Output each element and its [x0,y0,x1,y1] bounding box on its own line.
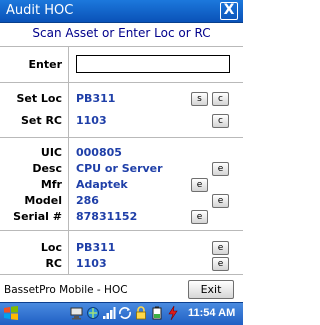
model-label: Model [24,194,62,207]
lock-icon[interactable] [134,305,148,321]
app-name: BassetPro Mobile - HOC [4,284,128,296]
clock: 11:54 AM [188,307,236,319]
page-heading: Scan Asset or Enter Loc or RC [32,26,211,40]
set-loc-clear-button[interactable]: c [212,92,229,106]
rc-label: RC [45,257,62,270]
close-button[interactable]: X [220,2,238,20]
uic-value: 000805 [76,146,122,159]
model-edit-button[interactable]: e [212,194,229,208]
enter-input[interactable] [76,55,230,73]
set-loc-label: Set Loc [16,92,62,105]
set-rc-value: 1103 [76,114,107,127]
loc-label: Loc [40,241,62,254]
set-rc-clear-button[interactable]: c [212,114,229,128]
desc-label: Desc [32,162,62,175]
sync-icon[interactable] [118,305,132,321]
mfr-value: Adaptek [76,178,128,191]
rc-value: 1103 [76,257,107,270]
set-loc-set-button[interactable]: s [191,92,208,106]
connectivity-icon[interactable] [86,305,100,321]
uic-label: UIC [40,146,62,159]
loc-edit-button[interactable]: e [212,241,229,255]
divider [0,230,243,231]
battery-icon[interactable] [150,305,164,321]
enter-label: Enter [28,58,63,71]
network-icon[interactable] [70,305,84,321]
model-value: 286 [76,194,99,207]
loc-value: PB311 [76,241,116,254]
set-rc-label: Set RC [20,114,62,127]
windows-start-icon[interactable] [3,305,19,321]
signal-icon[interactable] [102,305,116,321]
serial-edit-button[interactable]: e [191,210,208,224]
rc-edit-button[interactable]: e [212,257,229,271]
power-icon[interactable] [166,305,180,321]
divider [68,46,69,274]
exit-button[interactable]: Exit [188,280,234,299]
mfr-label: Mfr [40,178,62,191]
desc-value: CPU or Server [76,162,163,175]
desc-edit-button[interactable]: e [212,162,229,176]
mfr-edit-button[interactable]: e [191,178,208,192]
serial-label: Serial # [13,210,62,223]
divider [0,137,243,138]
set-loc-value: PB311 [76,92,116,105]
divider [0,82,243,83]
window-title: Audit HOC [6,3,74,18]
serial-value: 87831152 [76,210,138,223]
divider [0,46,243,47]
divider [0,274,243,275]
